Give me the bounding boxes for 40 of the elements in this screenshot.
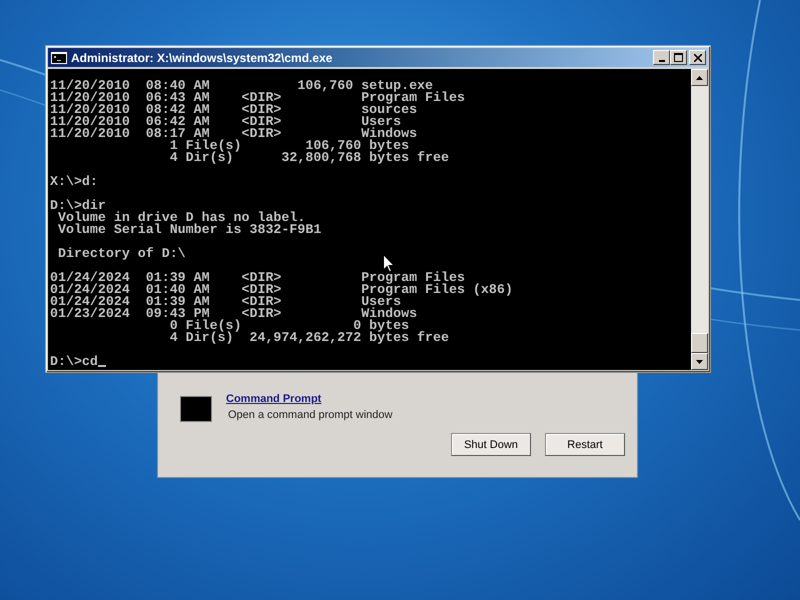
dialog-button[interactable]: Shut Down (451, 433, 531, 456)
console-line: 01/24/2024 01:39 AM <DIR> Users (50, 296, 402, 308)
command-prompt-link[interactable]: Command Prompt (226, 393, 322, 405)
text-cursor (98, 365, 106, 367)
close-button[interactable] (689, 50, 706, 65)
console-line: Volume Serial Number is 3832-F9B1 (56, 224, 322, 236)
console-line: 4 Dir(s) 32,800,768 bytes free (168, 152, 449, 164)
console-line: 11/20/2010 08:42 AM <DIR> sources (50, 104, 418, 116)
scroll-thumb[interactable] (691, 333, 708, 353)
close-icon (694, 54, 702, 62)
console-line: Directory of D:\ (56, 248, 186, 260)
console-line: Volume in drive D has no label. (56, 212, 306, 224)
console-line: 0 File(s) 0 bytes (168, 320, 410, 332)
dialog-button[interactable]: Restart (545, 433, 625, 456)
window-title: Administrator: X:\windows\system32\cmd.exe (71, 50, 334, 64)
console-line: 11/20/2010 08:40 AM 106,760 setup.exe (50, 80, 434, 92)
scrollbar[interactable] (691, 69, 708, 370)
up-arrow-icon (696, 76, 703, 80)
console-line: 01/23/2024 09:43 PM <DIR> Windows (50, 308, 418, 320)
console-icon (51, 52, 67, 64)
console-line: 11/20/2010 06:42 AM <DIR> Users (50, 116, 402, 128)
maximize-button[interactable] (670, 50, 687, 65)
console-line: 01/24/2024 01:40 AM <DIR> Program Files (x86) (50, 284, 513, 296)
console-line: X:\>d: (50, 176, 98, 188)
console-line: 4 Dir(s) 24,974,262,272 bytes free (168, 332, 449, 344)
console-line: 11/20/2010 06:43 AM <DIR> Program Files (50, 92, 465, 104)
mouse-pointer-icon (383, 254, 395, 273)
down-arrow-icon (696, 360, 703, 364)
console-line: 01/24/2024 01:39 AM <DIR> Program Files (50, 272, 465, 284)
minimize-button[interactable] (653, 50, 670, 65)
command-prompt-icon (180, 396, 212, 422)
console-line: D:\>cd (50, 356, 98, 368)
maximize-icon (674, 53, 683, 62)
tool-description: Open a command prompt window (228, 409, 392, 421)
console-line: D:\>dir (50, 200, 106, 212)
scroll-down-button[interactable] (691, 353, 708, 370)
minimize-icon (658, 60, 664, 62)
console-line: 11/20/2010 08:17 AM <DIR> Windows (50, 128, 418, 140)
console-line: 1 File(s) 106,760 bytes (168, 140, 410, 152)
scroll-up-button[interactable] (691, 69, 708, 86)
